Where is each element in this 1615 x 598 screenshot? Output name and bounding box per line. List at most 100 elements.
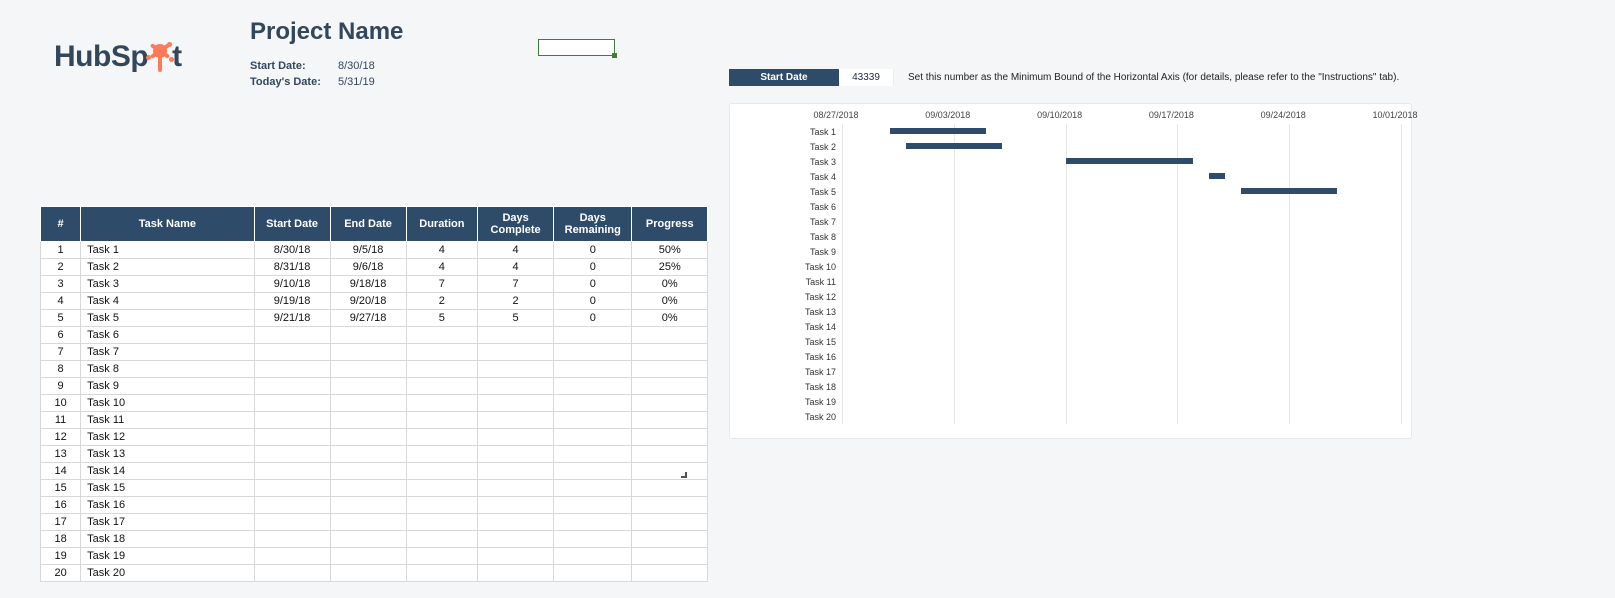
table-row[interactable]: 16Task 16 — [41, 497, 708, 514]
table-cell[interactable] — [406, 480, 478, 497]
table-row[interactable]: 15Task 15 — [41, 480, 708, 497]
table-cell[interactable] — [478, 446, 554, 463]
table-row[interactable]: 4Task 49/19/189/20/182200% — [41, 293, 708, 310]
table-cell[interactable] — [330, 378, 406, 395]
table-cell[interactable] — [632, 412, 708, 429]
table-cell[interactable]: 50% — [632, 242, 708, 259]
table-cell[interactable] — [254, 463, 330, 480]
gantt-bar[interactable] — [1066, 158, 1194, 164]
table-cell[interactable]: Task 20 — [81, 565, 254, 582]
table-cell[interactable]: 2 — [478, 293, 554, 310]
table-cell[interactable] — [554, 446, 632, 463]
table-cell[interactable] — [632, 565, 708, 582]
table-cell[interactable]: 3 — [41, 276, 81, 293]
table-cell[interactable] — [254, 344, 330, 361]
table-cell[interactable] — [478, 480, 554, 497]
table-cell[interactable] — [554, 395, 632, 412]
table-cell[interactable] — [554, 565, 632, 582]
table-cell[interactable] — [478, 378, 554, 395]
col-index[interactable]: # — [41, 207, 81, 242]
table-cell[interactable]: Task 12 — [81, 429, 254, 446]
table-cell[interactable] — [330, 446, 406, 463]
table-resize-handle[interactable] — [681, 472, 687, 478]
table-row[interactable]: 19Task 19 — [41, 548, 708, 565]
col-days-remaining[interactable]: Days Remaining — [554, 207, 632, 242]
table-cell[interactable] — [330, 463, 406, 480]
table-cell[interactable] — [254, 548, 330, 565]
table-cell[interactable] — [254, 531, 330, 548]
table-cell[interactable] — [478, 463, 554, 480]
table-cell[interactable] — [330, 497, 406, 514]
table-cell[interactable] — [478, 497, 554, 514]
gantt-bar[interactable] — [890, 128, 986, 134]
table-cell[interactable] — [406, 344, 478, 361]
table-cell[interactable] — [330, 344, 406, 361]
table-cell[interactable] — [406, 412, 478, 429]
table-cell[interactable] — [554, 497, 632, 514]
table-cell[interactable]: Task 10 — [81, 395, 254, 412]
table-cell[interactable] — [330, 531, 406, 548]
table-cell[interactable] — [478, 531, 554, 548]
table-row[interactable]: 18Task 18 — [41, 531, 708, 548]
table-cell[interactable] — [554, 548, 632, 565]
table-cell[interactable]: 19 — [41, 548, 81, 565]
table-cell[interactable] — [632, 548, 708, 565]
table-cell[interactable] — [554, 327, 632, 344]
table-cell[interactable] — [406, 429, 478, 446]
table-row[interactable]: 9Task 9 — [41, 378, 708, 395]
table-cell[interactable]: 5 — [406, 310, 478, 327]
table-cell[interactable] — [406, 463, 478, 480]
table-row[interactable]: 13Task 13 — [41, 446, 708, 463]
table-row[interactable]: 2Task 28/31/189/6/1844025% — [41, 259, 708, 276]
table-cell[interactable] — [254, 565, 330, 582]
table-cell[interactable] — [330, 361, 406, 378]
table-cell[interactable]: 14 — [41, 463, 81, 480]
table-cell[interactable] — [554, 361, 632, 378]
table-cell[interactable]: 9/27/18 — [330, 310, 406, 327]
table-cell[interactable]: 17 — [41, 514, 81, 531]
table-cell[interactable]: 15 — [41, 480, 81, 497]
table-cell[interactable] — [632, 497, 708, 514]
table-cell[interactable] — [330, 514, 406, 531]
gantt-bar[interactable] — [1209, 173, 1225, 179]
table-cell[interactable] — [478, 514, 554, 531]
table-row[interactable]: 12Task 12 — [41, 429, 708, 446]
table-cell[interactable] — [554, 463, 632, 480]
table-cell[interactable]: 0 — [554, 310, 632, 327]
table-cell[interactable] — [254, 446, 330, 463]
table-cell[interactable]: Task 11 — [81, 412, 254, 429]
table-cell[interactable] — [406, 565, 478, 582]
table-cell[interactable]: Task 9 — [81, 378, 254, 395]
table-cell[interactable] — [632, 395, 708, 412]
table-cell[interactable]: 6 — [41, 327, 81, 344]
table-cell[interactable] — [254, 395, 330, 412]
table-cell[interactable] — [632, 480, 708, 497]
table-cell[interactable]: Task 18 — [81, 531, 254, 548]
table-cell[interactable] — [478, 395, 554, 412]
table-cell[interactable]: 0 — [554, 293, 632, 310]
table-cell[interactable]: 1 — [41, 242, 81, 259]
start-date-value[interactable]: 8/30/18 — [338, 58, 398, 74]
table-cell[interactable]: Task 19 — [81, 548, 254, 565]
table-row[interactable]: 14Task 14 — [41, 463, 708, 480]
table-row[interactable]: 11Task 11 — [41, 412, 708, 429]
table-cell[interactable]: Task 1 — [81, 242, 254, 259]
table-cell[interactable]: 5 — [41, 310, 81, 327]
table-cell[interactable] — [478, 565, 554, 582]
table-row[interactable]: 3Task 39/10/189/18/187700% — [41, 276, 708, 293]
table-cell[interactable] — [478, 548, 554, 565]
table-cell[interactable] — [406, 514, 478, 531]
table-cell[interactable] — [406, 327, 478, 344]
table-cell[interactable]: Task 5 — [81, 310, 254, 327]
table-cell[interactable] — [330, 412, 406, 429]
table-cell[interactable]: 18 — [41, 531, 81, 548]
axis-min-value[interactable]: 43339 — [839, 69, 894, 86]
table-cell[interactable]: Task 8 — [81, 361, 254, 378]
table-cell[interactable]: 2 — [41, 259, 81, 276]
table-cell[interactable] — [406, 548, 478, 565]
col-progress[interactable]: Progress — [632, 207, 708, 242]
table-cell[interactable]: 0 — [554, 242, 632, 259]
table-cell[interactable]: 7 — [41, 344, 81, 361]
table-cell[interactable] — [632, 361, 708, 378]
table-cell[interactable] — [554, 480, 632, 497]
